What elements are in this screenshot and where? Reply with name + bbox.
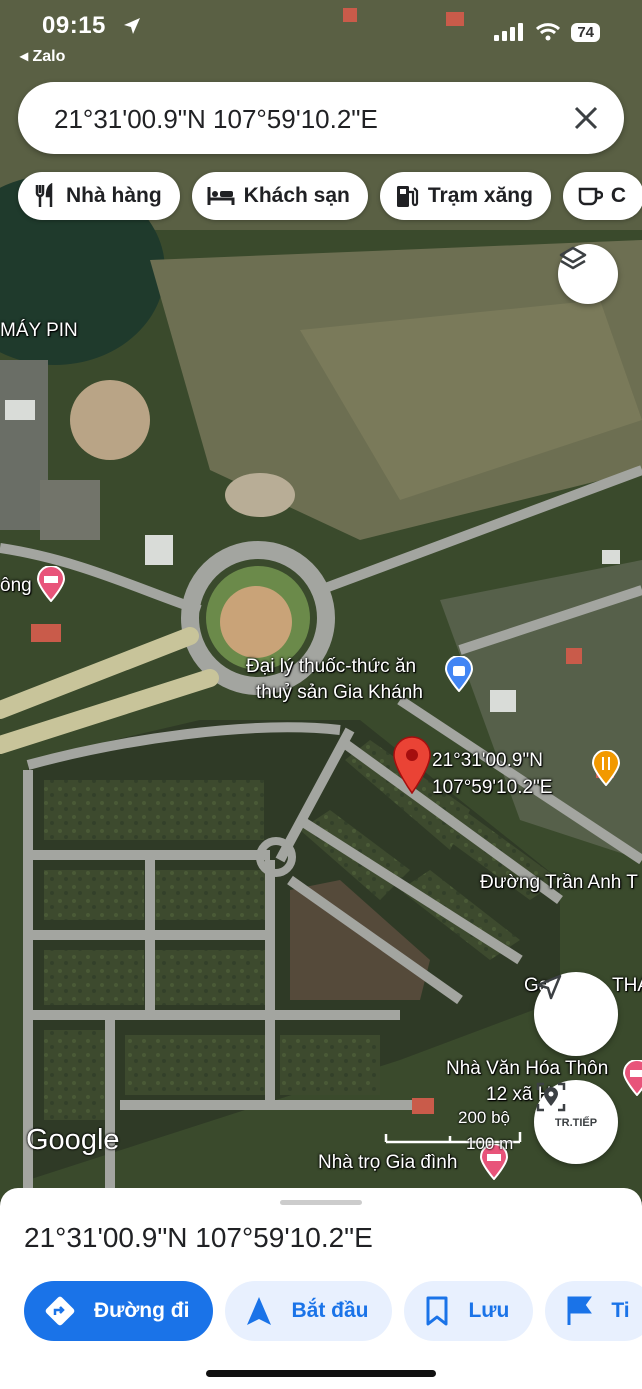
chip-gas-stations[interactable]: Trạm xăng: [379, 172, 551, 220]
save-button[interactable]: Lưu: [404, 1281, 534, 1341]
close-icon[interactable]: [570, 102, 602, 134]
place-title: 21°31'00.9"N 107°59'10.2"E: [24, 1222, 373, 1253]
start-button[interactable]: Bắt đầu: [225, 1281, 393, 1341]
pin-label-lat: 21°31'00.9"N: [432, 750, 543, 771]
chip-label: Khách sạn: [243, 184, 350, 207]
search-input[interactable]: 21°31'00.9"N 107°59'10.2"E: [54, 104, 378, 135]
chip-hotels[interactable]: Khách sạn: [191, 172, 368, 220]
chip-label: Trạm xăng: [427, 184, 533, 207]
live-view-icon: [536, 1082, 566, 1112]
layers-button[interactable]: [558, 244, 618, 304]
google-logo: Google: [26, 1124, 120, 1156]
battery-indicator: 74: [571, 22, 600, 42]
place-label-dai-ly-2[interactable]: thuỷ sản Gia Khánh: [256, 682, 423, 704]
directions-button[interactable]: Đường đi: [24, 1281, 214, 1341]
chip-coffee[interactable]: C: [562, 172, 642, 220]
search-bar[interactable]: 21°31'00.9"N 107°59'10.2"E: [18, 82, 624, 154]
start-label: Bắt đầu: [291, 1299, 369, 1322]
place-label-nha-van-hoa[interactable]: Nhà Văn Hóa Thôn: [446, 1058, 608, 1080]
place-label-ong[interactable]: ông: [0, 575, 32, 597]
chip-restaurants[interactable]: Nhà hàng: [18, 172, 180, 220]
navigation-start-icon: [247, 1297, 272, 1325]
gas-pump-icon: [396, 186, 418, 207]
wifi-icon: [536, 23, 561, 41]
live-view-label: TR.TIẾP: [554, 1117, 598, 1129]
bed-icon: [207, 187, 235, 205]
place-label-may-pin[interactable]: MÁY PIN: [0, 320, 78, 342]
pin-label-lng: 107°59'10.2"E: [432, 777, 553, 798]
place-label-nha-tro[interactable]: Nhà trọ Gia đình: [318, 1152, 457, 1174]
navigation-arrow-icon: [536, 974, 562, 1000]
label-label: Ti: [611, 1299, 630, 1322]
action-buttons: Đường đi Bắt đầu Lưu Ti: [24, 1281, 642, 1341]
place-label-tha[interactable]: THA: [612, 975, 642, 997]
save-label: Lưu: [468, 1299, 510, 1322]
place-label-dai-ly[interactable]: Đại lý thuốc-thức ăn: [246, 656, 416, 678]
home-indicator[interactable]: [206, 1370, 436, 1377]
layers-icon: [559, 246, 587, 270]
location-arrow-icon: [124, 18, 140, 34]
label-button[interactable]: Ti: [545, 1281, 642, 1341]
drag-handle[interactable]: [280, 1200, 362, 1205]
chip-label: Nhà hàng: [66, 184, 162, 207]
chip-label: C: [610, 184, 627, 207]
live-view-button[interactable]: TR.TIẾP: [534, 1080, 618, 1164]
status-bar: 09:15 ◂ Zalo 74: [0, 0, 642, 70]
scale-label-feet: 200 bộ: [458, 1108, 510, 1127]
category-chips: Nhà hàng Khách sạn Trạm xăng C: [18, 172, 642, 220]
bookmark-icon: [426, 1296, 448, 1326]
street-label-tran-anh: Đường Trần Anh T: [480, 872, 638, 893]
my-location-button[interactable]: [534, 972, 618, 1056]
signal-icon: [494, 23, 524, 41]
directions-label: Đường đi: [94, 1299, 190, 1322]
place-bottom-sheet[interactable]: 21°31'00.9"N 107°59'10.2"E Đường đi Bắt …: [0, 1188, 642, 1389]
scale-label-meters: 100 m: [466, 1134, 514, 1153]
coffee-icon: [578, 187, 603, 206]
status-time: 09:15: [42, 12, 106, 39]
back-to-app-link[interactable]: ◂ Zalo: [20, 46, 65, 66]
directions-icon: [45, 1296, 75, 1326]
fork-knife-icon: [35, 183, 53, 207]
flag-icon: [567, 1296, 593, 1325]
